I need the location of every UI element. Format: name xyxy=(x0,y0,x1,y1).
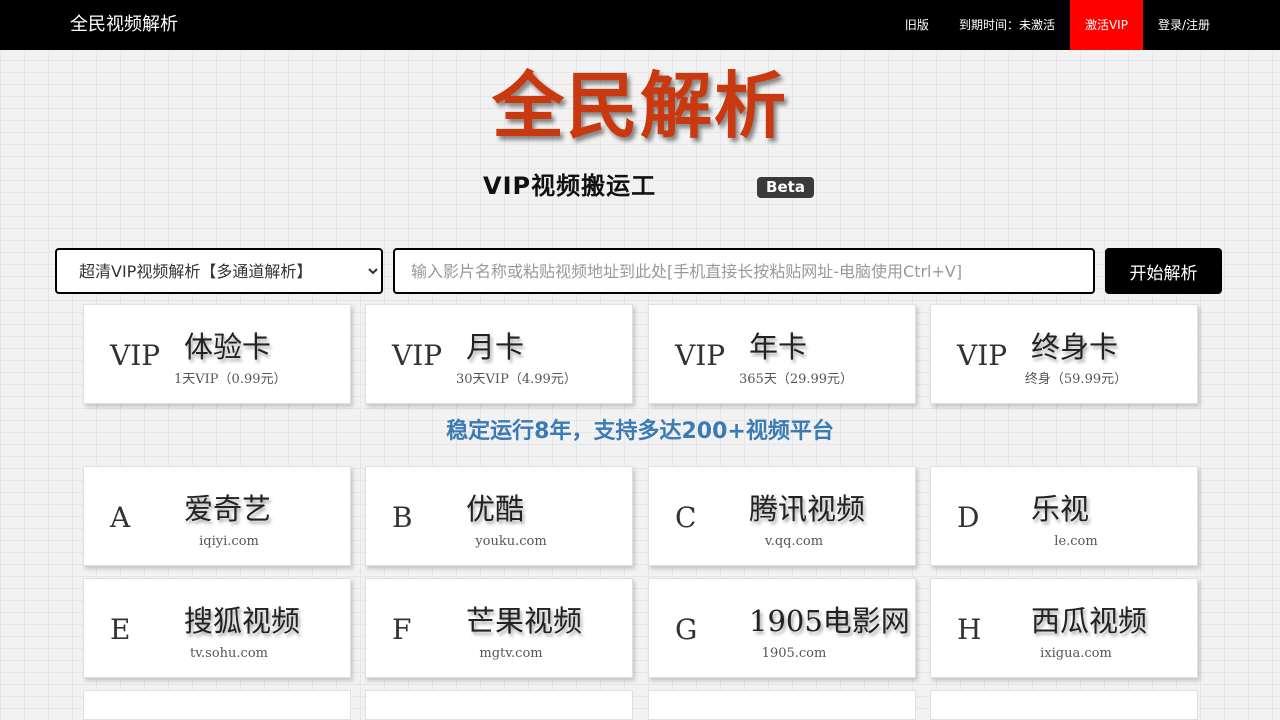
site-brand[interactable]: 全民视频解析 xyxy=(70,13,178,37)
plan-price: 1天VIP（0.99元） xyxy=(174,372,287,387)
platform-card-iqiyi[interactable]: A 爱奇艺 iqiyi.com xyxy=(83,466,351,566)
platform-domain: youku.com xyxy=(475,534,547,549)
platform-letter: C xyxy=(675,501,697,534)
platform-letter: H xyxy=(957,613,982,646)
platform-title: 腾讯视频 xyxy=(749,492,866,526)
platform-card-youku[interactable]: B 优酷 youku.com xyxy=(365,466,633,566)
platform-title: 1905电影网 xyxy=(749,604,910,638)
platform-card-ixigua[interactable]: H 西瓜视频 ixigua.com xyxy=(930,578,1198,678)
platform-title: 爱奇艺 xyxy=(184,492,272,526)
platform-card-partial[interactable] xyxy=(648,690,916,720)
platform-letter: A xyxy=(110,501,131,534)
nav-login-register-link[interactable]: 登录/注册 xyxy=(1143,0,1225,50)
plan-card-yearly[interactable]: VIP 年卡 365天（29.99元） xyxy=(648,304,916,404)
platform-card-letv[interactable]: D 乐视 le.com xyxy=(930,466,1198,566)
platform-domain: v.qq.com xyxy=(764,534,824,549)
platform-title: 乐视 xyxy=(1031,492,1090,526)
plan-card-trial[interactable]: VIP 体验卡 1天VIP（0.99元） xyxy=(83,304,351,404)
plan-vip-label: VIP xyxy=(957,339,1008,372)
platform-domain: tv.sohu.com xyxy=(190,646,268,661)
nav-expiry-status[interactable]: 到期时间：未激活 xyxy=(944,0,1070,50)
platform-domain: ixigua.com xyxy=(1040,646,1112,661)
hero-slogan: VIP视频搬运工 xyxy=(483,172,657,200)
platform-domain: le.com xyxy=(1054,534,1098,549)
plan-title: 年卡 xyxy=(749,330,808,364)
plan-vip-label: VIP xyxy=(110,339,161,372)
platform-domain: iqiyi.com xyxy=(199,534,259,549)
plan-card-monthly[interactable]: VIP 月卡 30天VIP（4.99元） xyxy=(365,304,633,404)
platform-letter: G xyxy=(675,613,698,646)
platform-card-tencent[interactable]: C 腾讯视频 v.qq.com xyxy=(648,466,916,566)
nav-activate-vip-link[interactable]: 激活VIP xyxy=(1069,0,1143,50)
platform-title: 西瓜视频 xyxy=(1031,604,1148,638)
platform-title: 芒果视频 xyxy=(466,604,583,638)
platform-domain: mgtv.com xyxy=(479,646,543,661)
channel-select[interactable]: 超清VIP视频解析【多通道解析】 xyxy=(55,248,383,294)
platform-card-1905[interactable]: G 1905电影网 1905.com xyxy=(648,578,916,678)
platform-title: 搜狐视频 xyxy=(184,604,301,638)
plan-vip-label: VIP xyxy=(392,339,443,372)
plan-price: 30天VIP（4.99元） xyxy=(456,372,577,387)
platform-card-sohu[interactable]: E 搜狐视频 tv.sohu.com xyxy=(83,578,351,678)
plan-price: 终身（59.99元） xyxy=(1024,372,1128,387)
hero-logo-title: 全民解析 xyxy=(491,63,788,148)
nav-links: 旧版 到期时间：未激活 激活VIP 登录/注册 xyxy=(890,0,1225,50)
plan-card-lifetime[interactable]: VIP 终身卡 终身（59.99元） xyxy=(930,304,1198,404)
video-url-input[interactable] xyxy=(393,248,1095,294)
nav-old-version-link[interactable]: 旧版 xyxy=(890,0,944,50)
plan-title: 体验卡 xyxy=(184,330,272,364)
platform-letter: E xyxy=(110,613,131,646)
platform-letter: B xyxy=(392,501,413,534)
beta-badge: Beta xyxy=(757,177,814,198)
platform-card-partial[interactable] xyxy=(930,690,1198,720)
platform-card-mgtv[interactable]: F 芒果视频 mgtv.com xyxy=(365,578,633,678)
plan-title: 终身卡 xyxy=(1031,330,1119,364)
platform-card-partial[interactable] xyxy=(365,690,633,720)
platform-title: 优酷 xyxy=(466,492,525,526)
plan-price: 365天（29.99元） xyxy=(739,372,854,387)
platform-letter: D xyxy=(957,501,980,534)
plan-title: 月卡 xyxy=(466,330,525,364)
platform-card-partial[interactable] xyxy=(83,690,351,720)
platform-domain: 1905.com xyxy=(761,646,827,661)
platform-tagline: 稳定运行8年，支持多达200+视频平台 xyxy=(446,419,834,444)
start-parse-button[interactable]: 开始解析 xyxy=(1105,248,1222,294)
plan-vip-label: VIP xyxy=(675,339,726,372)
platform-letter: F xyxy=(392,613,412,646)
top-navbar: 全民视频解析 旧版 到期时间：未激活 激活VIP 登录/注册 xyxy=(0,0,1280,50)
